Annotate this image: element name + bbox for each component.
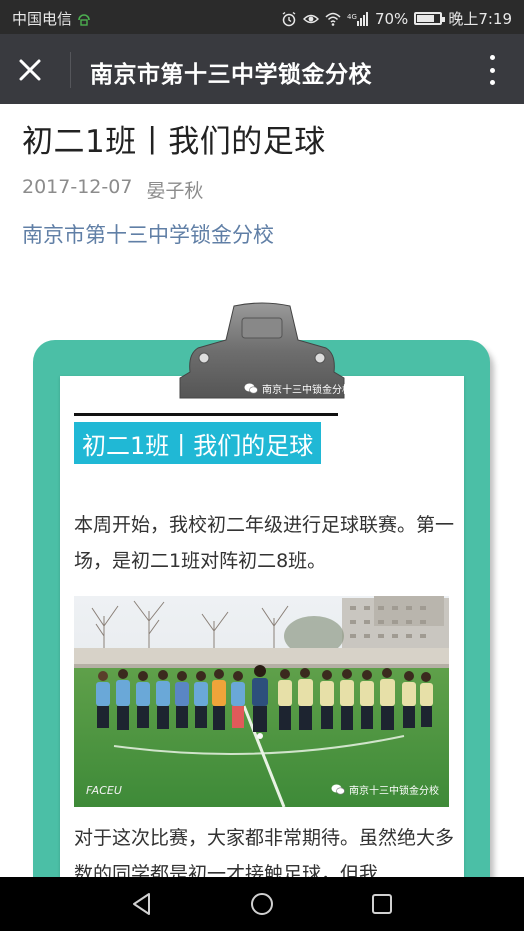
carrier-label: 中国电信 [12, 10, 73, 28]
title-divider [70, 52, 71, 88]
clock: 晚上7:19 [448, 10, 512, 28]
paragraph-1: 本周开始，我校初二年级进行足球联赛。第一场，是初二1班对阵初二8班。 [74, 514, 455, 572]
section-rule [74, 413, 338, 416]
wechat-icon [331, 784, 345, 795]
status-bar: 中国电信 4G 70% 晚上7:19 [0, 0, 524, 34]
page-title: 南京市第十三中学锁金分校 [90, 62, 372, 88]
clip-watermark: 南京十三中锁金分校 [244, 381, 352, 396]
sim-icon [78, 13, 90, 26]
title-bar: 南京市第十三中学锁金分校 [0, 34, 524, 104]
article-title: 初二1班丨我们的足球 [22, 124, 326, 160]
account-link[interactable]: 南京市第十三中学锁金分校 [22, 219, 274, 249]
home-icon[interactable] [247, 889, 277, 919]
svg-text:4G: 4G [347, 13, 357, 21]
photo-watermark: 南京十三中锁金分校 [331, 782, 439, 797]
close-icon[interactable] [14, 54, 46, 86]
more-options-icon[interactable] [482, 52, 502, 88]
section-title: 初二1班丨我们的足球 [74, 422, 322, 464]
recents-icon[interactable] [367, 889, 397, 919]
signal-icon: 4G [347, 11, 368, 26]
navigation-bar [0, 877, 524, 931]
eye-icon [302, 14, 319, 23]
battery-icon [414, 12, 446, 25]
team-photo[interactable]: FACEU 南京十三中锁金分校 [74, 596, 449, 807]
alarm-icon [282, 11, 296, 26]
publish-date: 2017-12-07 [22, 176, 133, 198]
article-meta: 2017-12-07 晏子秋 [22, 176, 203, 203]
wechat-icon [244, 383, 258, 394]
wifi-icon [325, 12, 341, 26]
battery-percent: 70% [374, 9, 409, 28]
author-name: 晏子秋 [146, 180, 204, 202]
back-icon[interactable] [127, 889, 157, 919]
photo-brand-label: FACEU [86, 784, 122, 797]
team-photo-image [74, 596, 449, 807]
